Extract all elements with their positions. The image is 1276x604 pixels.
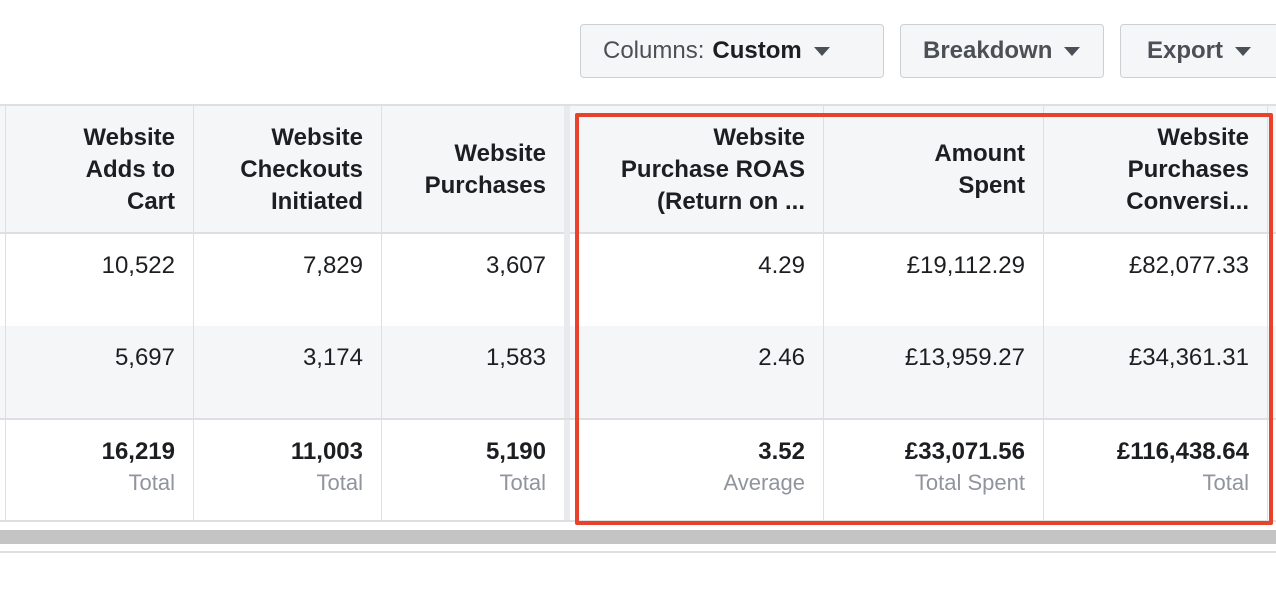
table-cell: 3,607 [382, 234, 570, 326]
total-cell: 3.52 Average [570, 420, 824, 520]
table-cell: £13,959.27 [824, 326, 1044, 418]
header-label-line: Spent [958, 172, 1025, 199]
horizontal-scrollbar[interactable] [0, 530, 1276, 544]
table-cell: £19,112.29 [824, 234, 1044, 326]
total-cell-offscreen [1268, 420, 1276, 520]
total-value: £116,438.64 [1116, 438, 1249, 465]
total-value: £33,071.56 [904, 438, 1025, 465]
table-cell: £82,077.33 [1044, 234, 1268, 326]
header-label-line: Purchases [1127, 156, 1249, 183]
table-row[interactable]: 10,522 7,829 3,607 4.29 £19,112.29 £82,0… [0, 234, 1276, 326]
header-website-purchases-conversion-value[interactable]: Website Purchases Conversi... [1044, 106, 1268, 234]
header-label-line: Website [83, 124, 175, 151]
table-cell: 2.46 [570, 326, 824, 418]
columns-button[interactable]: Columns: Custom [580, 24, 884, 78]
table-header-row: Website Adds to Cart Website Checkouts Initi… [0, 104, 1276, 234]
chevron-down-icon [1235, 46, 1252, 56]
export-button[interactable]: Export [1120, 24, 1276, 78]
header-label-line: Adds to [85, 156, 175, 183]
export-label: Export [1147, 37, 1224, 64]
breakdown-label: Breakdown [923, 37, 1053, 64]
total-label: Total [499, 470, 546, 495]
total-cell: 5,190 Total [382, 420, 570, 520]
table-cell: 3,174 [194, 326, 382, 418]
total-cell: £116,438.64 Total [1044, 420, 1268, 520]
header-label-line: Website [454, 140, 546, 167]
header-website-checkouts-initiated[interactable]: Website Checkouts Initiated [194, 106, 382, 234]
header-label-line: Purchase ROAS [620, 156, 805, 183]
header-amount-spent[interactable]: Amount Spent [824, 106, 1044, 234]
header-label-line: Conversi... [1126, 188, 1249, 215]
table-row[interactable]: 5,697 3,174 1,583 2.46 £13,959.27 £34,36… [0, 326, 1276, 420]
table-cell: 10,522 [6, 234, 194, 326]
chevron-down-icon [1064, 46, 1081, 56]
header-website-adds-to-cart[interactable]: Website Adds to Cart [6, 106, 194, 234]
header-label-line: Website [713, 124, 805, 151]
table-cell: 4.29 [570, 234, 824, 326]
total-value: 3.52 [758, 438, 805, 465]
table-totals-row: 16,219 Total 11,003 Total 5,190 Total 3.… [0, 420, 1276, 522]
total-value: 16,219 [101, 438, 175, 465]
chevron-down-icon [813, 46, 830, 56]
breakdown-button[interactable]: Breakdown [900, 24, 1104, 78]
columns-value-label: Custom [712, 37, 802, 64]
table-cell: 5,697 [6, 326, 194, 418]
total-label: Total [128, 470, 175, 495]
total-value: 5,190 [485, 438, 546, 465]
total-cell: 16,219 Total [6, 420, 194, 520]
total-label: Total [1202, 470, 1249, 495]
header-label-line: Website [1157, 124, 1249, 151]
total-label: Total [316, 470, 363, 495]
total-label: Total Spent [914, 470, 1025, 495]
header-label-line: (Return on ... [657, 188, 805, 215]
header-label-line: Purchases [424, 172, 546, 199]
table-cell-offscreen [1268, 234, 1276, 326]
toolbar: Columns: Custom Breakdown Export [0, 0, 1276, 104]
header-website-purchases[interactable]: Website Purchases [382, 106, 570, 234]
total-cell: 11,003 Total [194, 420, 382, 520]
header-cell-offscreen [1268, 106, 1276, 234]
total-cell: £33,071.56 Total Spent [824, 420, 1044, 520]
divider [0, 551, 1276, 553]
header-label-line: Website [271, 124, 363, 151]
table-cell: £34,361.31 [1044, 326, 1268, 418]
total-label: Average [723, 470, 805, 495]
header-label-line: Cart [126, 188, 175, 215]
table-cell: 7,829 [194, 234, 382, 326]
columns-prefix-label: Columns: [603, 37, 705, 64]
header-label-line: Checkouts [240, 156, 363, 183]
table-cell-offscreen [1268, 326, 1276, 418]
header-website-purchase-roas[interactable]: Website Purchase ROAS (Return on ... [570, 106, 824, 234]
header-label-line: Amount [934, 140, 1025, 167]
header-label-line: Initiated [270, 188, 363, 215]
table-cell: 1,583 [382, 326, 570, 418]
total-value: 11,003 [290, 438, 363, 465]
